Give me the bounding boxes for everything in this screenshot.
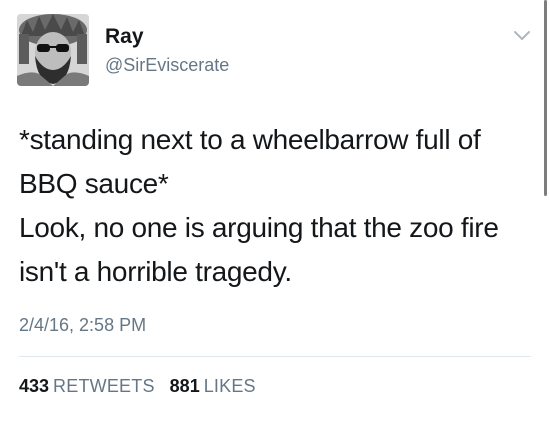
tweet-card: Ray @SirEviscerate *standing next to a w…: [0, 0, 550, 421]
avatar-image: [17, 14, 89, 86]
chevron-down-icon[interactable]: [512, 28, 532, 42]
retweets-stat[interactable]: 433 RETWEETS: [19, 377, 155, 395]
retweets-count: 433: [19, 376, 50, 396]
avatar[interactable]: [17, 14, 89, 86]
likes-count: 881: [169, 376, 200, 396]
author-name[interactable]: Ray: [105, 26, 144, 47]
scrollbar[interactable]: [544, 0, 547, 196]
retweets-label: RETWEETS: [53, 376, 155, 396]
author-handle[interactable]: @SirEviscerate: [105, 56, 229, 74]
tweet-timestamp[interactable]: 2/4/16, 2:58 PM: [19, 316, 146, 334]
tweet-text-line: BBQ sauce*: [19, 168, 169, 199]
tweet-text-line: *standing next to a wheelbarrow full of: [19, 124, 481, 155]
divider: [19, 356, 531, 357]
tweet-stats: 433 RETWEETS 881 LIKES: [19, 377, 256, 395]
tweet-text-line: isn't a horrible tragedy.: [19, 256, 292, 287]
likes-label: LIKES: [203, 376, 256, 396]
tweet-text-line: Look, no one is arguing that the zoo fir…: [19, 212, 499, 243]
tweet-text: *standing next to a wheelbarrow full of …: [19, 118, 534, 294]
likes-stat[interactable]: 881 LIKES: [170, 377, 256, 395]
